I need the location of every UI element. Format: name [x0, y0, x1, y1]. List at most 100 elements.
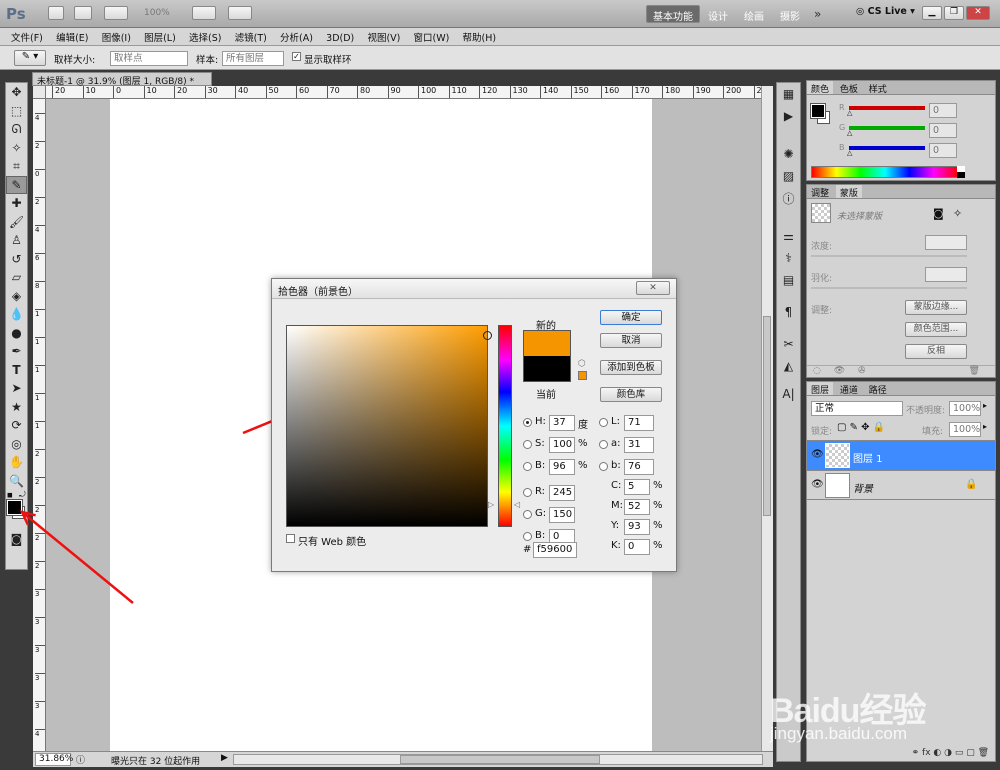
- history-panel-icon[interactable]: ▦: [777, 83, 800, 105]
- blend-mode-select[interactable]: 正常: [811, 401, 903, 416]
- tool-presets-icon[interactable]: ✂: [777, 333, 800, 355]
- zoom-tool-icon[interactable]: 🔍: [6, 472, 27, 491]
- bridge-icon[interactable]: [48, 6, 64, 20]
- menu-view[interactable]: 视图(V): [362, 28, 405, 46]
- shape-tool-icon[interactable]: ★: [6, 398, 27, 417]
- channel-b-thumb-icon[interactable]: △: [847, 149, 852, 157]
- menu-edit[interactable]: 编辑(E): [51, 28, 93, 46]
- panel-foreground-swatch[interactable]: [810, 103, 826, 119]
- background-visibility-icon[interactable]: 👁: [811, 479, 824, 490]
- layer-row-background[interactable]: 👁 背景 🔒: [807, 470, 995, 500]
- clone-source-icon[interactable]: ▨: [777, 165, 800, 187]
- red-radio[interactable]: [523, 488, 532, 497]
- crop-tool-icon[interactable]: ⌗: [6, 157, 27, 176]
- clone-stamp-tool-icon[interactable]: ♙: [6, 231, 27, 250]
- foreground-color-swatch[interactable]: [6, 499, 23, 516]
- workspace-essentials[interactable]: 基本功能: [646, 5, 700, 23]
- density-field[interactable]: [925, 235, 967, 250]
- horizontal-scrollbar[interactable]: [233, 754, 763, 765]
- channel-g-thumb-icon[interactable]: △: [847, 129, 852, 137]
- menu-layer[interactable]: 图层(L): [139, 28, 181, 46]
- toggle-mask-icon[interactable]: ✇: [858, 366, 866, 376]
- cyan-input[interactable]: 5: [624, 479, 650, 495]
- lock-icons[interactable]: ▢ ✎ ✥ 🔒: [837, 422, 885, 433]
- tab-color[interactable]: 颜色: [807, 81, 834, 95]
- current-color-swatch[interactable]: [523, 356, 571, 382]
- workspace-photography[interactable]: 摄影: [772, 5, 808, 23]
- status-zoom[interactable]: 31.86%: [35, 753, 73, 766]
- lab-a-input[interactable]: 31: [624, 437, 654, 453]
- hue-slider-left-arrow-icon[interactable]: ▷: [488, 500, 494, 509]
- menu-analysis[interactable]: 分析(A): [275, 28, 318, 46]
- add-to-swatches-button[interactable]: 添加到色板: [600, 360, 662, 375]
- vertical-scrollbar[interactable]: [761, 86, 773, 751]
- lasso-tool-icon[interactable]: ᘏ: [6, 120, 27, 139]
- menu-help[interactable]: 帮助(H): [458, 28, 502, 46]
- color-spectrum-bar[interactable]: [811, 166, 959, 178]
- tab-adjustments[interactable]: 调整: [807, 185, 833, 199]
- marquee-tool-icon[interactable]: ⬚: [6, 102, 27, 121]
- menu-filter[interactable]: 滤镜(T): [230, 28, 272, 46]
- invert-button[interactable]: 反相: [905, 344, 967, 359]
- saturation-input[interactable]: 100: [549, 437, 575, 453]
- blur-tool-icon[interactable]: 💧: [6, 305, 27, 324]
- blue-radio[interactable]: [523, 532, 532, 541]
- lab-b-input[interactable]: 76: [624, 459, 654, 475]
- layer-row-layer1[interactable]: 👁 图层 1: [807, 440, 995, 470]
- status-info-icon[interactable]: ⓘ: [76, 753, 85, 766]
- tab-swatches[interactable]: 色板: [836, 81, 862, 95]
- cancel-button[interactable]: 取消: [600, 333, 662, 348]
- green-radio[interactable]: [523, 510, 532, 519]
- web-safe-swatch[interactable]: [578, 371, 587, 380]
- channel-r-value[interactable]: 0: [929, 103, 957, 118]
- view-extras-icon[interactable]: [104, 6, 128, 20]
- brightness-input[interactable]: 96: [549, 459, 575, 475]
- apply-mask-icon[interactable]: 👁: [834, 366, 845, 376]
- web-safe-warning-icon[interactable]: ⬡: [578, 359, 586, 369]
- tab-masks[interactable]: 蒙版: [835, 185, 862, 199]
- measurement-log-icon[interactable]: ◭: [777, 355, 800, 377]
- paragraph-panel-icon[interactable]: ¶: [777, 301, 800, 323]
- pixel-mask-icon[interactable]: ◙: [933, 207, 944, 220]
- menu-select[interactable]: 选择(S): [184, 28, 226, 46]
- web-colors-only-checkbox[interactable]: [286, 534, 295, 543]
- menu-file[interactable]: 文件(F): [6, 28, 48, 46]
- channel-b-value[interactable]: 0: [929, 143, 957, 158]
- 3d-orbit-tool-icon[interactable]: ◎: [6, 435, 27, 454]
- pen-tool-icon[interactable]: ✒: [6, 342, 27, 361]
- default-colors-icon[interactable]: ◼: [7, 491, 13, 499]
- yellow-input[interactable]: 93: [624, 519, 650, 535]
- fill-arrow-icon[interactable]: ▸: [983, 422, 987, 431]
- healing-brush-tool-icon[interactable]: ✚: [6, 194, 27, 213]
- workspace-design[interactable]: 设计: [700, 5, 736, 23]
- mask-edge-button[interactable]: 蒙版边缘...: [905, 300, 967, 315]
- eyedropper-tool-icon[interactable]: ✎: [6, 175, 27, 194]
- menu-window[interactable]: 窗口(W): [409, 28, 455, 46]
- color-range-button[interactable]: 颜色范围...: [905, 322, 967, 337]
- channel-r-slider[interactable]: [849, 106, 925, 110]
- delete-mask-icon[interactable]: 🗑: [968, 366, 979, 376]
- tab-styles[interactable]: 样式: [865, 81, 891, 95]
- layers-footer-icons[interactable]: ⚭ fx ◐ ◑ ▭ ▢ 🗑: [807, 748, 995, 762]
- black-white-ramp[interactable]: [957, 166, 965, 178]
- move-tool-icon[interactable]: ✥: [6, 83, 27, 102]
- green-input[interactable]: 150: [549, 507, 575, 523]
- feather-field[interactable]: [925, 267, 967, 282]
- arrange-documents-icon[interactable]: [192, 6, 216, 20]
- saturation-radio[interactable]: [523, 440, 532, 449]
- channel-g-value[interactable]: 0: [929, 123, 957, 138]
- hex-input[interactable]: f59600: [533, 542, 577, 558]
- black-input[interactable]: 0: [624, 539, 650, 555]
- lab-b-radio[interactable]: [599, 462, 608, 471]
- horizontal-scroll-thumb[interactable]: [400, 755, 600, 764]
- minimize-icon[interactable]: ▁: [922, 6, 942, 20]
- opacity-field[interactable]: 100%: [949, 401, 981, 416]
- eraser-tool-icon[interactable]: ▱: [6, 268, 27, 287]
- eyedropper-preset-icon[interactable]: ✎ ▾: [14, 50, 46, 66]
- status-menu-icon[interactable]: ▶: [221, 753, 228, 763]
- info-panel-icon[interactable]: ⓘ: [777, 187, 800, 209]
- document-tab[interactable]: 未标题-1 @ 31.9% (图层 1, RGB/8) * ✕: [32, 72, 212, 97]
- feather-slider[interactable]: [811, 287, 967, 289]
- lab-l-input[interactable]: 71: [624, 415, 654, 431]
- vector-mask-icon[interactable]: ✧: [953, 207, 962, 220]
